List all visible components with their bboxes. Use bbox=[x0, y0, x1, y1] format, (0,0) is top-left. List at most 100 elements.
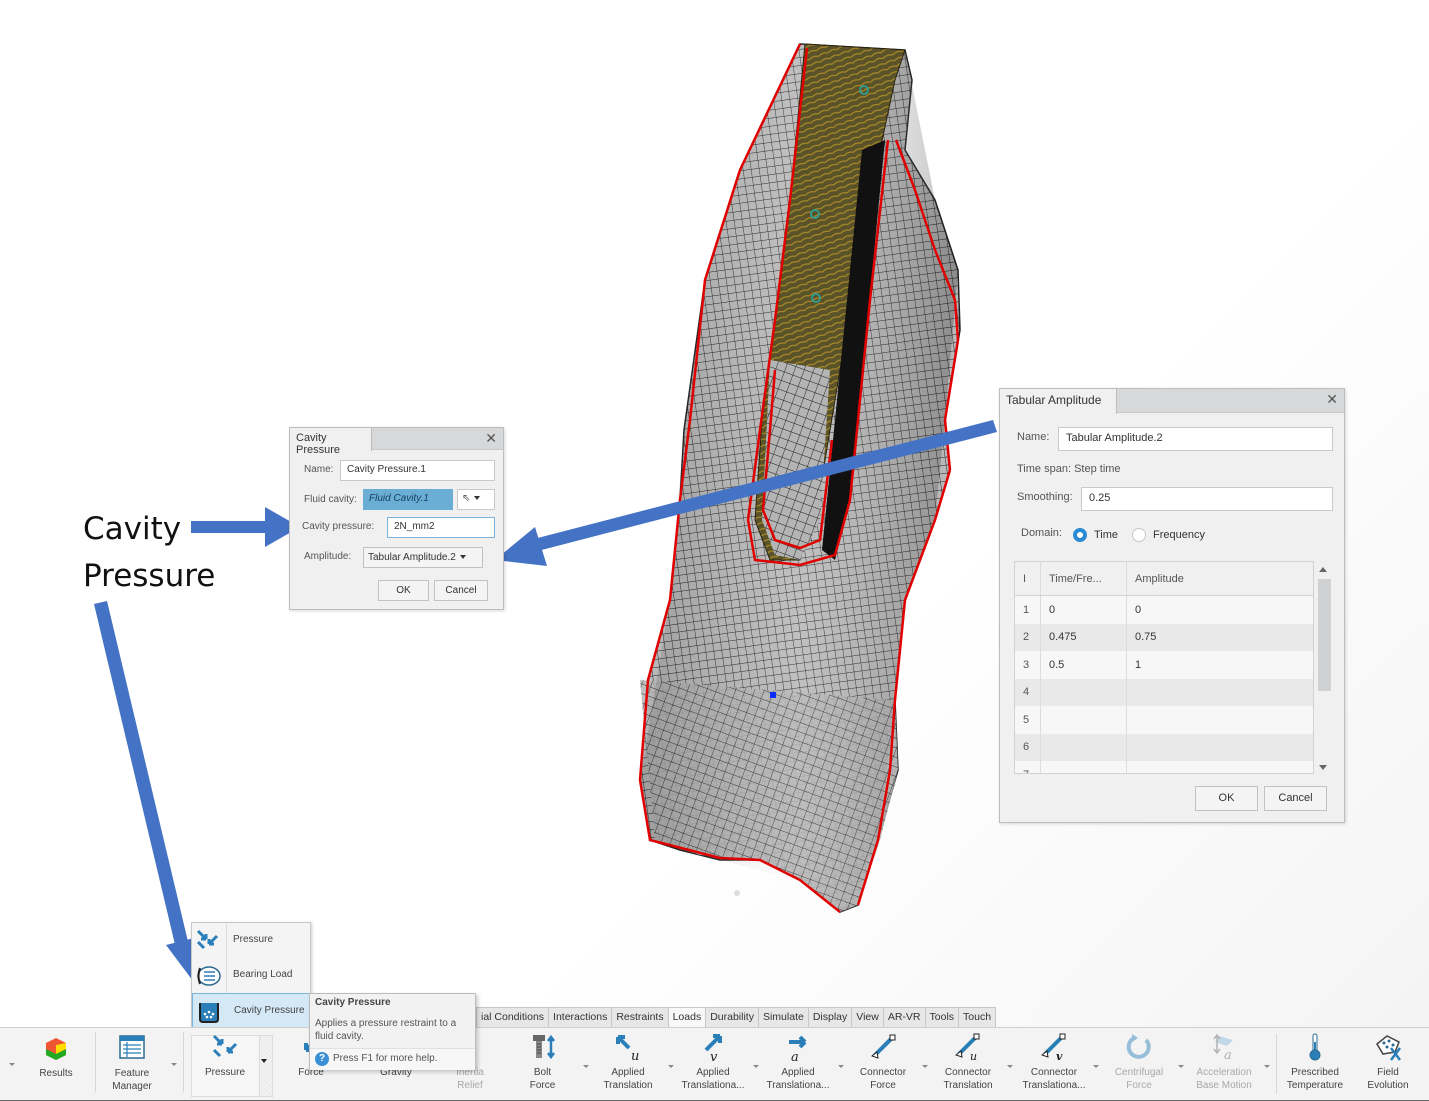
acceleration-base-motion-button[interactable]: a Acceleration Base Motion bbox=[1189, 1030, 1259, 1096]
tab-ar-vr[interactable]: AR-VR bbox=[883, 1007, 926, 1028]
close-icon[interactable]: ✕ bbox=[485, 430, 497, 447]
applied-translational-velocity-button[interactable]: v Applied Translationa... bbox=[678, 1030, 748, 1096]
bolt-force-icon bbox=[532, 1034, 555, 1060]
tab-durability[interactable]: Durability bbox=[706, 1007, 759, 1028]
column-header-amplitude[interactable]: Amplitude bbox=[1127, 562, 1313, 595]
cancel-button[interactable]: Cancel bbox=[1264, 786, 1327, 811]
table-row[interactable]: 6 bbox=[1015, 733, 1313, 762]
amplitude-dropdown[interactable]: Tabular Amplitude.2 bbox=[363, 547, 483, 568]
smoothing-input[interactable]: 0.25 bbox=[1081, 487, 1333, 511]
table-row[interactable]: 3 0.5 1 bbox=[1015, 651, 1313, 679]
centrifugal-force-label-line1: Centrifugal bbox=[1114, 1067, 1164, 1078]
chevron-down-icon[interactable] bbox=[668, 1065, 674, 1068]
time-cell[interactable]: 0 bbox=[1041, 596, 1127, 624]
domain-label: Domain: bbox=[1021, 527, 1062, 539]
tab-tools[interactable]: Tools bbox=[925, 1007, 960, 1028]
tab-restraints[interactable]: Restraints bbox=[612, 1007, 669, 1028]
chevron-down-icon[interactable] bbox=[1007, 1065, 1013, 1068]
time-cell[interactable] bbox=[1041, 706, 1127, 734]
amplitude-cell[interactable] bbox=[1127, 679, 1313, 707]
chevron-down-icon[interactable] bbox=[753, 1065, 759, 1068]
time-cell[interactable]: 0.475 bbox=[1041, 623, 1127, 651]
bolt-force-label-line1: Bolt bbox=[533, 1067, 552, 1078]
field-evolution-button[interactable]: Field Evolution bbox=[1360, 1030, 1416, 1096]
table-row[interactable]: 7 bbox=[1015, 761, 1313, 773]
cavity-pressure-label: Cavity pressure: bbox=[302, 521, 375, 532]
cancel-button[interactable]: Cancel bbox=[434, 580, 488, 601]
chevron-down-icon[interactable] bbox=[583, 1065, 589, 1068]
menu-item-pressure[interactable]: Pressure bbox=[192, 923, 312, 958]
domain-frequency-radio[interactable] bbox=[1132, 528, 1146, 542]
fluid-cavity-field[interactable]: Fluid Cavity.1 bbox=[363, 489, 453, 510]
tab-view[interactable]: View bbox=[852, 1007, 884, 1028]
scroll-down-icon[interactable] bbox=[1319, 765, 1327, 770]
time-cell[interactable] bbox=[1041, 733, 1127, 761]
column-header-time[interactable]: Time/Fre... bbox=[1041, 562, 1127, 595]
reference-point-marker[interactable] bbox=[770, 692, 776, 698]
tab-initial-conditions[interactable]: ial Conditions bbox=[476, 1007, 550, 1028]
svg-text:a: a bbox=[1224, 1048, 1232, 1062]
chevron-down-icon[interactable] bbox=[922, 1065, 928, 1068]
connector-force-button[interactable]: Connector Force bbox=[852, 1030, 914, 1096]
bearing-load-icon bbox=[197, 966, 221, 986]
tab-loads[interactable]: Loads bbox=[668, 1007, 707, 1028]
pressure-button[interactable]: Pressure bbox=[195, 1030, 255, 1096]
time-cell[interactable]: 0.5 bbox=[1041, 651, 1127, 679]
table-row[interactable]: 5 bbox=[1015, 706, 1313, 734]
applied-translation-button[interactable]: u Applied Translation bbox=[597, 1030, 659, 1096]
amplitude-cell[interactable] bbox=[1127, 706, 1313, 734]
amplitude-cell[interactable]: 0.75 bbox=[1127, 624, 1313, 652]
chevron-down-icon[interactable] bbox=[1178, 1065, 1184, 1068]
applied-translational-acceleration-button[interactable]: a Applied Translationa... bbox=[763, 1030, 833, 1096]
tooltip: Cavity Pressure Applies a pressure restr… bbox=[309, 993, 476, 1070]
applied-acceleration-label-line2: Translationa... bbox=[766, 1080, 830, 1091]
tab-interactions[interactable]: Interactions bbox=[549, 1007, 613, 1028]
connector-force-icon bbox=[870, 1034, 896, 1059]
tooltip-body: Applies a pressure restraint to a fluid … bbox=[315, 1018, 457, 1042]
tab-touch[interactable]: Touch bbox=[959, 1007, 997, 1028]
name-input[interactable]: Cavity Pressure.1 bbox=[340, 460, 495, 481]
prescribed-temperature-label-line2: Temperature bbox=[1286, 1080, 1344, 1091]
amplitude-cell[interactable]: 1 bbox=[1127, 651, 1313, 679]
acceleration-base-motion-label-line1: Acceleration bbox=[1196, 1067, 1252, 1078]
menu-item-label: Bearing Load bbox=[233, 969, 293, 980]
amplitude-cell[interactable] bbox=[1127, 761, 1313, 773]
chevron-down-icon[interactable] bbox=[1264, 1065, 1270, 1068]
prescribed-temperature-button[interactable]: Prescribed Temperature bbox=[1283, 1030, 1347, 1096]
connector-translation-button[interactable]: u Connector Translation bbox=[937, 1030, 999, 1096]
connector-translational-velocity-button[interactable]: v Connector Translationa... bbox=[1019, 1030, 1089, 1096]
bolt-force-button[interactable]: Bolt Force bbox=[515, 1030, 570, 1096]
amplitude-cell[interactable] bbox=[1127, 734, 1313, 762]
svg-text:v: v bbox=[1056, 1050, 1063, 1062]
3d-viewport[interactable]: Cavity Pressure Cavity Pressure ✕ Name: … bbox=[0, 0, 1429, 1101]
table-row[interactable]: 2 0.475 0.75 bbox=[1015, 623, 1313, 652]
menu-item-cavity-pressure[interactable]: Cavity Pressure bbox=[192, 993, 312, 1028]
table-scrollbar[interactable] bbox=[1317, 561, 1331, 774]
ok-button[interactable]: OK bbox=[378, 580, 429, 601]
scroll-thumb[interactable] bbox=[1318, 579, 1331, 691]
chevron-down-icon[interactable] bbox=[1093, 1065, 1099, 1068]
domain-time-radio[interactable] bbox=[1073, 528, 1087, 542]
thermometer-icon bbox=[1309, 1033, 1321, 1061]
centrifugal-force-button[interactable]: Centrifugal Force bbox=[1107, 1030, 1171, 1096]
tooltip-help: Press F1 for more help. bbox=[333, 1053, 438, 1064]
ok-button[interactable]: OK bbox=[1195, 786, 1258, 811]
column-header-index[interactable]: I bbox=[1015, 562, 1041, 595]
dialog-titlebar[interactable]: Cavity Pressure ✕ bbox=[290, 428, 503, 456]
close-icon[interactable]: ✕ bbox=[1326, 391, 1338, 408]
chevron-down-icon[interactable] bbox=[838, 1065, 844, 1068]
table-row[interactable]: 1 0 0 bbox=[1015, 596, 1313, 624]
tab-display[interactable]: Display bbox=[808, 1007, 853, 1028]
dialog-titlebar[interactable]: Tabular Amplitude ✕ bbox=[1000, 389, 1344, 414]
menu-item-bearing-load[interactable]: Bearing Load bbox=[192, 958, 312, 993]
tab-simulate[interactable]: Simulate bbox=[758, 1007, 809, 1028]
selection-mode-button[interactable]: ⇖ bbox=[457, 489, 495, 510]
cavity-pressure-input[interactable]: 2N_mm2 bbox=[387, 517, 495, 538]
ribbon-commands: Pressure Force Gravity Inertia Relief Bo… bbox=[0, 1027, 1429, 1101]
amplitude-cell[interactable]: 0 bbox=[1127, 596, 1313, 624]
time-cell[interactable] bbox=[1041, 761, 1127, 773]
table-row[interactable]: 4 bbox=[1015, 678, 1313, 707]
time-cell[interactable] bbox=[1041, 678, 1127, 706]
scroll-up-icon[interactable] bbox=[1319, 567, 1327, 572]
name-input[interactable]: Tabular Amplitude.2 bbox=[1058, 427, 1333, 451]
